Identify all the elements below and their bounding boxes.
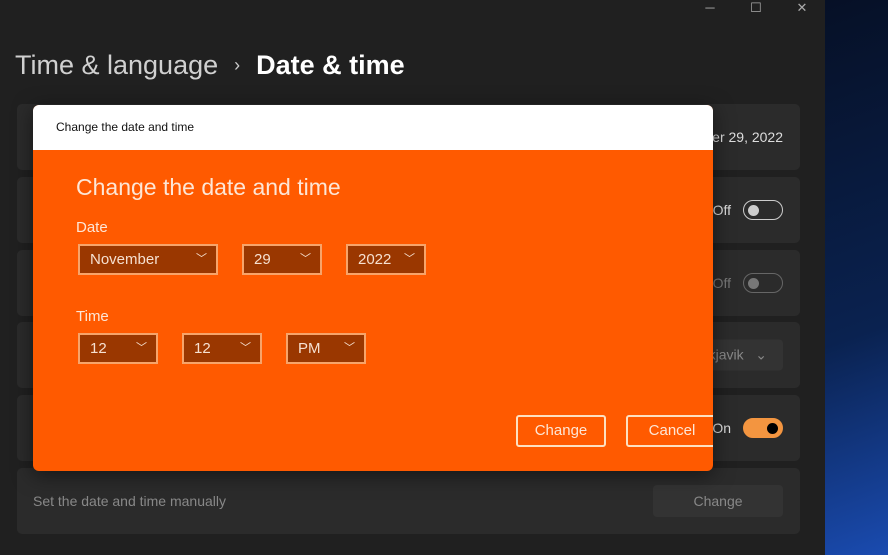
year-select[interactable]: 2022 ﹀ [346, 244, 426, 275]
cancel-button[interactable]: Cancel [626, 415, 713, 447]
minute-select[interactable]: 12 ﹀ [182, 333, 262, 364]
month-select[interactable]: November ﹀ [78, 244, 218, 275]
manual-label: Set the date and time manually [33, 493, 227, 509]
toggle-switch[interactable] [743, 273, 783, 293]
toggle-state: Off [712, 202, 731, 218]
change-button[interactable]: Change [516, 415, 606, 447]
close-icon[interactable]: ✕ [787, 0, 817, 16]
time-label: Time [76, 308, 109, 325]
chevron-down-icon: ﹀ [404, 253, 415, 265]
change-button-disabled[interactable]: Change [653, 485, 783, 517]
day-select[interactable]: 29 ﹀ [242, 244, 322, 275]
hour-select[interactable]: 12 ﹀ [78, 333, 158, 364]
chevron-down-icon: ﹀ [240, 342, 251, 354]
maximize-icon[interactable]: ☐ [741, 0, 771, 16]
ampm-select[interactable]: PM ﹀ [286, 333, 366, 364]
toggle-state: On [712, 420, 731, 436]
chevron-down-icon: ﹀ [136, 342, 147, 354]
breadcrumb-parent[interactable]: Time & language [15, 50, 218, 81]
date-label: Date [76, 219, 108, 236]
breadcrumb: Time & language › Date & time [15, 50, 405, 81]
toggle-state: Off [712, 275, 731, 291]
desktop-wallpaper [825, 0, 888, 555]
minimize-icon[interactable]: ─ [695, 0, 725, 16]
chevron-down-icon: ﹀ [300, 253, 311, 265]
chevron-down-icon: ﹀ [344, 342, 355, 354]
dialog-heading: Change the date and time [76, 174, 341, 200]
chevron-down-icon: ﹀ [196, 253, 207, 265]
page-title: Date & time [256, 50, 405, 80]
current-date: ber 29, 2022 [704, 129, 783, 145]
manual-date-card: Set the date and time manually Change [17, 468, 800, 534]
chevron-right-icon: › [234, 55, 241, 75]
toggle-switch[interactable] [743, 418, 783, 438]
change-date-dialog: Change the date and time Change the date… [33, 105, 713, 471]
dialog-titlebar: Change the date and time [33, 105, 713, 150]
toggle-switch[interactable] [743, 200, 783, 220]
